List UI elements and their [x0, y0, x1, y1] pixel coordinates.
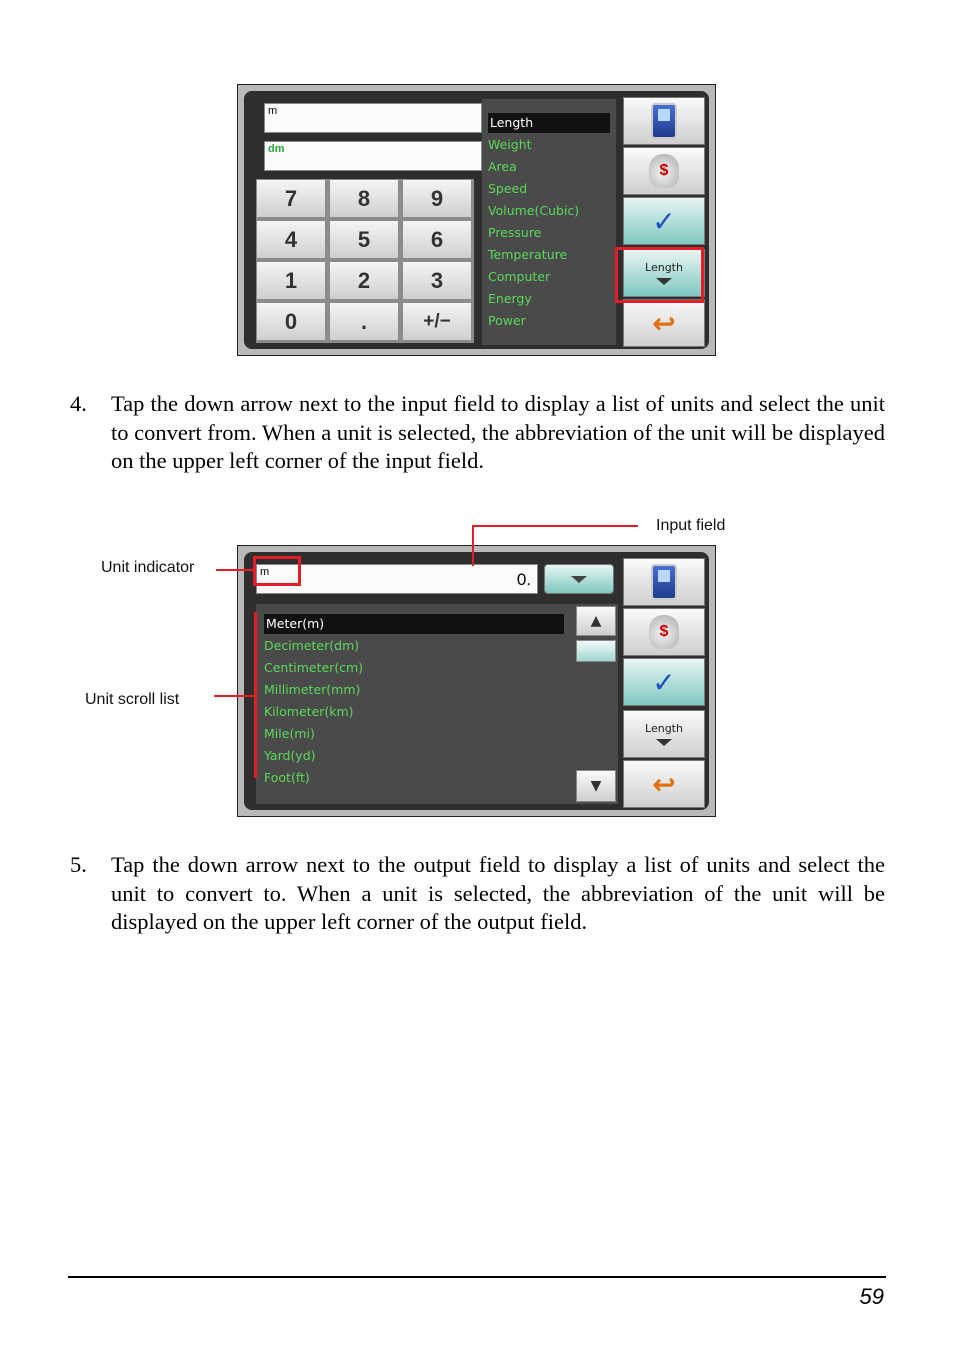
converter-screenshot-unit-list: m 0. Meter(m) Decimeter(dm) Centimeter(c… [237, 545, 716, 817]
scroll-down-button[interactable]: ▼ [576, 770, 616, 802]
unit-item[interactable]: Centimeter(cm) [264, 658, 363, 678]
unit-item[interactable]: Kilometer(km) [264, 702, 354, 722]
category-item[interactable]: Energy [488, 289, 532, 309]
category-item[interactable]: Area [488, 157, 517, 177]
output-field[interactable]: dm [264, 141, 482, 171]
key-0[interactable]: 0 [256, 302, 326, 341]
category-item[interactable]: Computer [488, 267, 550, 287]
key-1[interactable]: 1 [256, 261, 326, 300]
back-arrow-icon: ↩ [652, 306, 676, 340]
page-number: 59 [859, 1284, 884, 1309]
unit-item[interactable]: Yard(yd) [264, 746, 316, 766]
chevron-down-icon [571, 575, 587, 583]
input-field-leader [472, 525, 474, 566]
scroll-up-button[interactable]: ▲ [576, 606, 616, 636]
unit-converter-button[interactable]: ✓ [623, 658, 705, 706]
output-unit-indicator: dm [268, 143, 285, 155]
category-button[interactable]: Length [623, 710, 705, 758]
unit-item[interactable]: Meter(m) [264, 614, 564, 634]
calculator-button[interactable] [623, 97, 705, 145]
money-bag-icon: $ [649, 615, 679, 649]
category-list: Length Weight Area Speed Volume(Cubic) P… [482, 99, 616, 345]
key-3[interactable]: 3 [402, 261, 472, 300]
triangle-down-icon: ▼ [590, 778, 602, 794]
category-item[interactable]: Power [488, 311, 526, 331]
step-number: 4. [70, 391, 87, 416]
key-decimal[interactable]: . [329, 302, 399, 341]
category-item[interactable]: Length [488, 113, 610, 133]
step-5: 5. Tap the down arrow next to the output… [70, 851, 885, 937]
unit-dropdown-button[interactable] [544, 564, 614, 594]
step-text: Tap the down arrow next to the output fi… [111, 852, 885, 934]
calculator-icon [651, 564, 677, 600]
key-6[interactable]: 6 [402, 220, 472, 259]
calculator-button[interactable] [623, 558, 705, 606]
input-field-callout: Input field [656, 517, 726, 534]
key-5[interactable]: 5 [329, 220, 399, 259]
key-plus-minus[interactable]: +/− [402, 302, 472, 341]
category-item[interactable]: Weight [488, 135, 532, 155]
step-text: Tap the down arrow next to the input fie… [111, 391, 885, 473]
unit-scroll-list-callout: Unit scroll list [85, 691, 180, 708]
chevron-down-icon [656, 739, 672, 746]
footer-rule [68, 1276, 886, 1278]
category-item[interactable]: Volume(Cubic) [488, 201, 579, 221]
currency-button[interactable]: $ [623, 608, 705, 656]
key-4[interactable]: 4 [256, 220, 326, 259]
triangle-up-icon: ▲ [590, 613, 602, 629]
back-button[interactable]: ↩ [623, 760, 705, 808]
unit-indicator-callout: Unit indicator [101, 559, 195, 576]
calculator-icon [651, 103, 677, 139]
key-9[interactable]: 9 [402, 179, 472, 218]
drafting-tools-icon: ✓ [652, 665, 676, 699]
key-7[interactable]: 7 [256, 179, 326, 218]
unit-item[interactable]: Mile(mi) [264, 724, 315, 744]
unit-indicator-leader [216, 569, 254, 571]
unit-scroll-list-leader [214, 695, 256, 697]
input-value: 0. [516, 570, 531, 589]
back-arrow-icon: ↩ [652, 767, 676, 801]
currency-button[interactable]: $ [623, 147, 705, 195]
input-unit-indicator: m [268, 105, 278, 117]
key-2[interactable]: 2 [329, 261, 399, 300]
unit-item[interactable]: Foot(ft) [264, 768, 310, 788]
category-button-highlight [615, 247, 704, 303]
category-item[interactable]: Temperature [488, 245, 567, 265]
category-item[interactable]: Speed [488, 179, 527, 199]
converter-screenshot-category-list: m dm 7 8 9 4 5 6 1 2 3 0 . +/− Length We… [237, 84, 716, 356]
key-8[interactable]: 8 [329, 179, 399, 218]
drafting-tools-icon: ✓ [652, 204, 676, 238]
back-button[interactable]: ↩ [623, 299, 705, 347]
category-button-label: Length [645, 722, 683, 735]
money-bag-icon: $ [649, 154, 679, 188]
step-number: 5. [70, 852, 87, 877]
scrollbar-thumb[interactable] [576, 640, 616, 662]
unit-item[interactable]: Decimeter(dm) [264, 636, 359, 656]
unit-item[interactable]: Millimeter(mm) [264, 680, 360, 700]
number-keypad: 7 8 9 4 5 6 1 2 3 0 . +/− [256, 179, 474, 343]
input-field-leader [472, 525, 638, 527]
unit-scroll-list: Meter(m) Decimeter(dm) Centimeter(cm) Mi… [256, 604, 618, 804]
unit-converter-button[interactable]: ✓ [623, 197, 705, 245]
input-field[interactable]: m [264, 103, 482, 133]
unit-scroll-list-bracket [254, 612, 257, 778]
category-item[interactable]: Pressure [488, 223, 541, 243]
converter-frame: m 0. Meter(m) Decimeter(dm) Centimeter(c… [244, 552, 709, 810]
converter-frame: m dm 7 8 9 4 5 6 1 2 3 0 . +/− Length We… [244, 91, 709, 349]
step-4: 4. Tap the down arrow next to the input … [70, 390, 885, 476]
unit-indicator-highlight [253, 556, 301, 586]
